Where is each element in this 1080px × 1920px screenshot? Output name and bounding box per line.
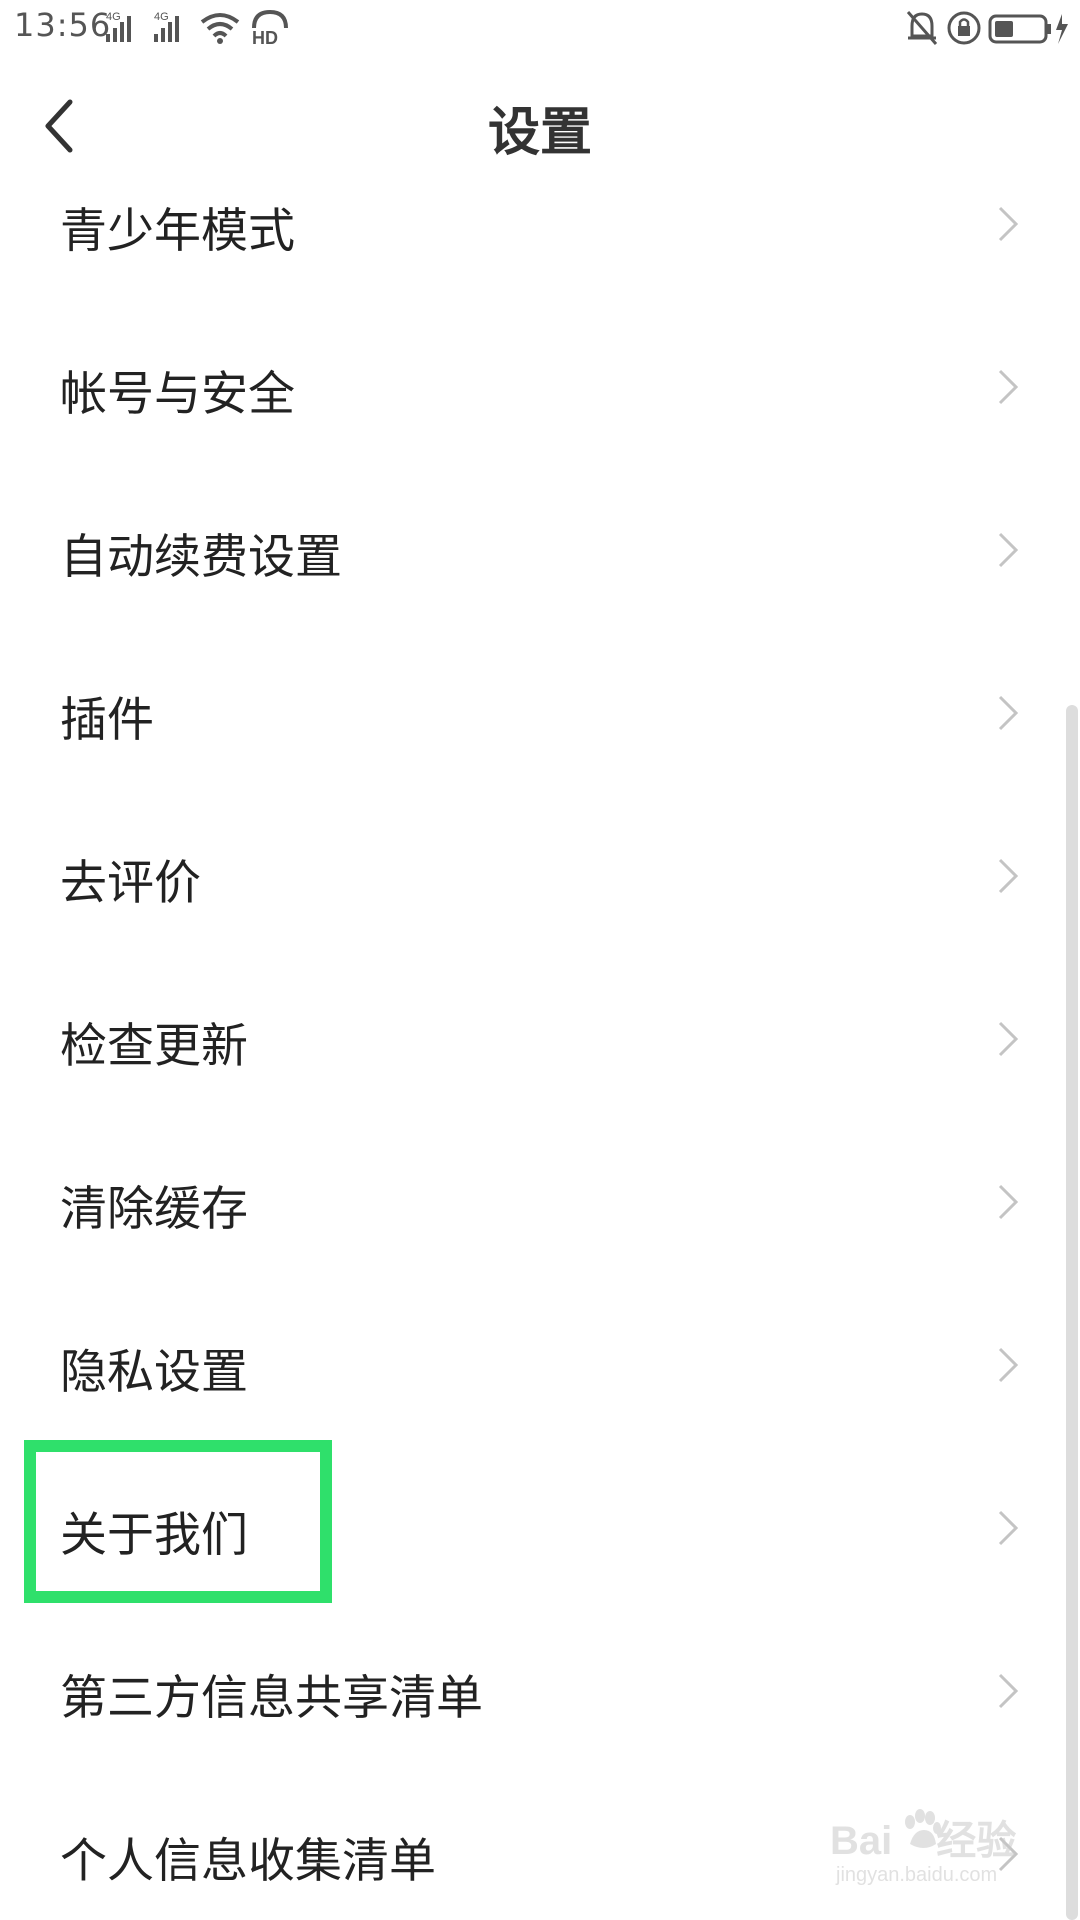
paw-icon xyxy=(905,1809,941,1848)
chevron-right-icon xyxy=(998,532,1019,568)
item-label: 帐号与安全 xyxy=(60,367,295,422)
chevron-right-icon xyxy=(998,695,1019,731)
item-label: 自动续费设置 xyxy=(60,530,342,585)
svg-text:HD: HD xyxy=(252,28,278,48)
hd-voice-icon: HD xyxy=(252,9,288,48)
item-label: 青少年模式 xyxy=(60,204,295,259)
chevron-right-icon xyxy=(998,369,1019,405)
settings-item-about-us[interactable]: 关于我们 xyxy=(0,1462,1065,1625)
item-label: 清除缓存 xyxy=(60,1182,248,1237)
chevron-right-icon xyxy=(998,1021,1019,1057)
settings-item-plugins[interactable]: 插件 xyxy=(0,647,1065,810)
status-icons-left: 4G 4G HD xyxy=(106,9,288,48)
item-label: 插件 xyxy=(60,693,154,748)
settings-item-clear-cache[interactable]: 清除缓存 xyxy=(0,1136,1065,1299)
item-label: 检查更新 xyxy=(60,1019,248,1074)
settings-item-privacy[interactable]: 隐私设置 xyxy=(0,1299,1065,1462)
battery-charging-icon xyxy=(988,14,1068,44)
settings-item-auto-renewal[interactable]: 自动续费设置 xyxy=(0,484,1065,647)
item-label: 隐私设置 xyxy=(60,1345,248,1400)
rotation-lock-icon xyxy=(947,11,981,45)
watermark-url: jingyan.baidu.com xyxy=(836,1864,998,1886)
chevron-right-icon xyxy=(998,1673,1019,1709)
settings-item-rate[interactable]: 去评价 xyxy=(0,810,1065,973)
wifi-icon xyxy=(200,13,240,44)
watermark-logo: Bai 经验 jingyan.baidu.com xyxy=(830,1808,1030,1898)
scrollbar[interactable] xyxy=(1066,705,1078,1920)
settings-item-account-security[interactable]: 帐号与安全 xyxy=(0,321,1065,484)
chevron-right-icon xyxy=(998,206,1019,242)
item-label: 关于我们 xyxy=(60,1508,248,1563)
signal-4g-icon: 4G xyxy=(154,11,179,42)
mute-icon xyxy=(906,11,938,45)
signal-4g-icon: 4G xyxy=(106,11,131,42)
status-icons-right xyxy=(906,11,1068,45)
svg-text:4G: 4G xyxy=(154,11,169,23)
settings-screen: 13:56 4G 4G HD 设置 青少年模式 帐号与安全 自动续费设置 插件 … xyxy=(0,0,1080,1920)
settings-item-teen-mode[interactable]: 青少年模式 xyxy=(0,158,1065,321)
item-label: 第三方信息共享清单 xyxy=(60,1671,483,1726)
chevron-right-icon xyxy=(998,1347,1019,1383)
item-label: 去评价 xyxy=(60,856,201,911)
page-title: 设置 xyxy=(487,103,592,163)
status-time: 13:56 xyxy=(14,6,112,44)
settings-item-check-update[interactable]: 检查更新 xyxy=(0,973,1065,1136)
settings-item-third-party-sharing[interactable]: 第三方信息共享清单 xyxy=(0,1625,1065,1788)
chevron-right-icon xyxy=(998,1184,1019,1220)
settings-list: 青少年模式 帐号与安全 自动续费设置 插件 去评价 检查更新 清除缓存 隐私设置… xyxy=(0,158,1065,1920)
chevron-right-icon xyxy=(998,858,1019,894)
chevron-right-icon xyxy=(998,1510,1019,1546)
status-bar: 13:56 4G 4G HD xyxy=(0,0,1080,56)
svg-text:4G: 4G xyxy=(106,11,121,23)
item-label: 个人信息收集清单 xyxy=(60,1834,436,1889)
